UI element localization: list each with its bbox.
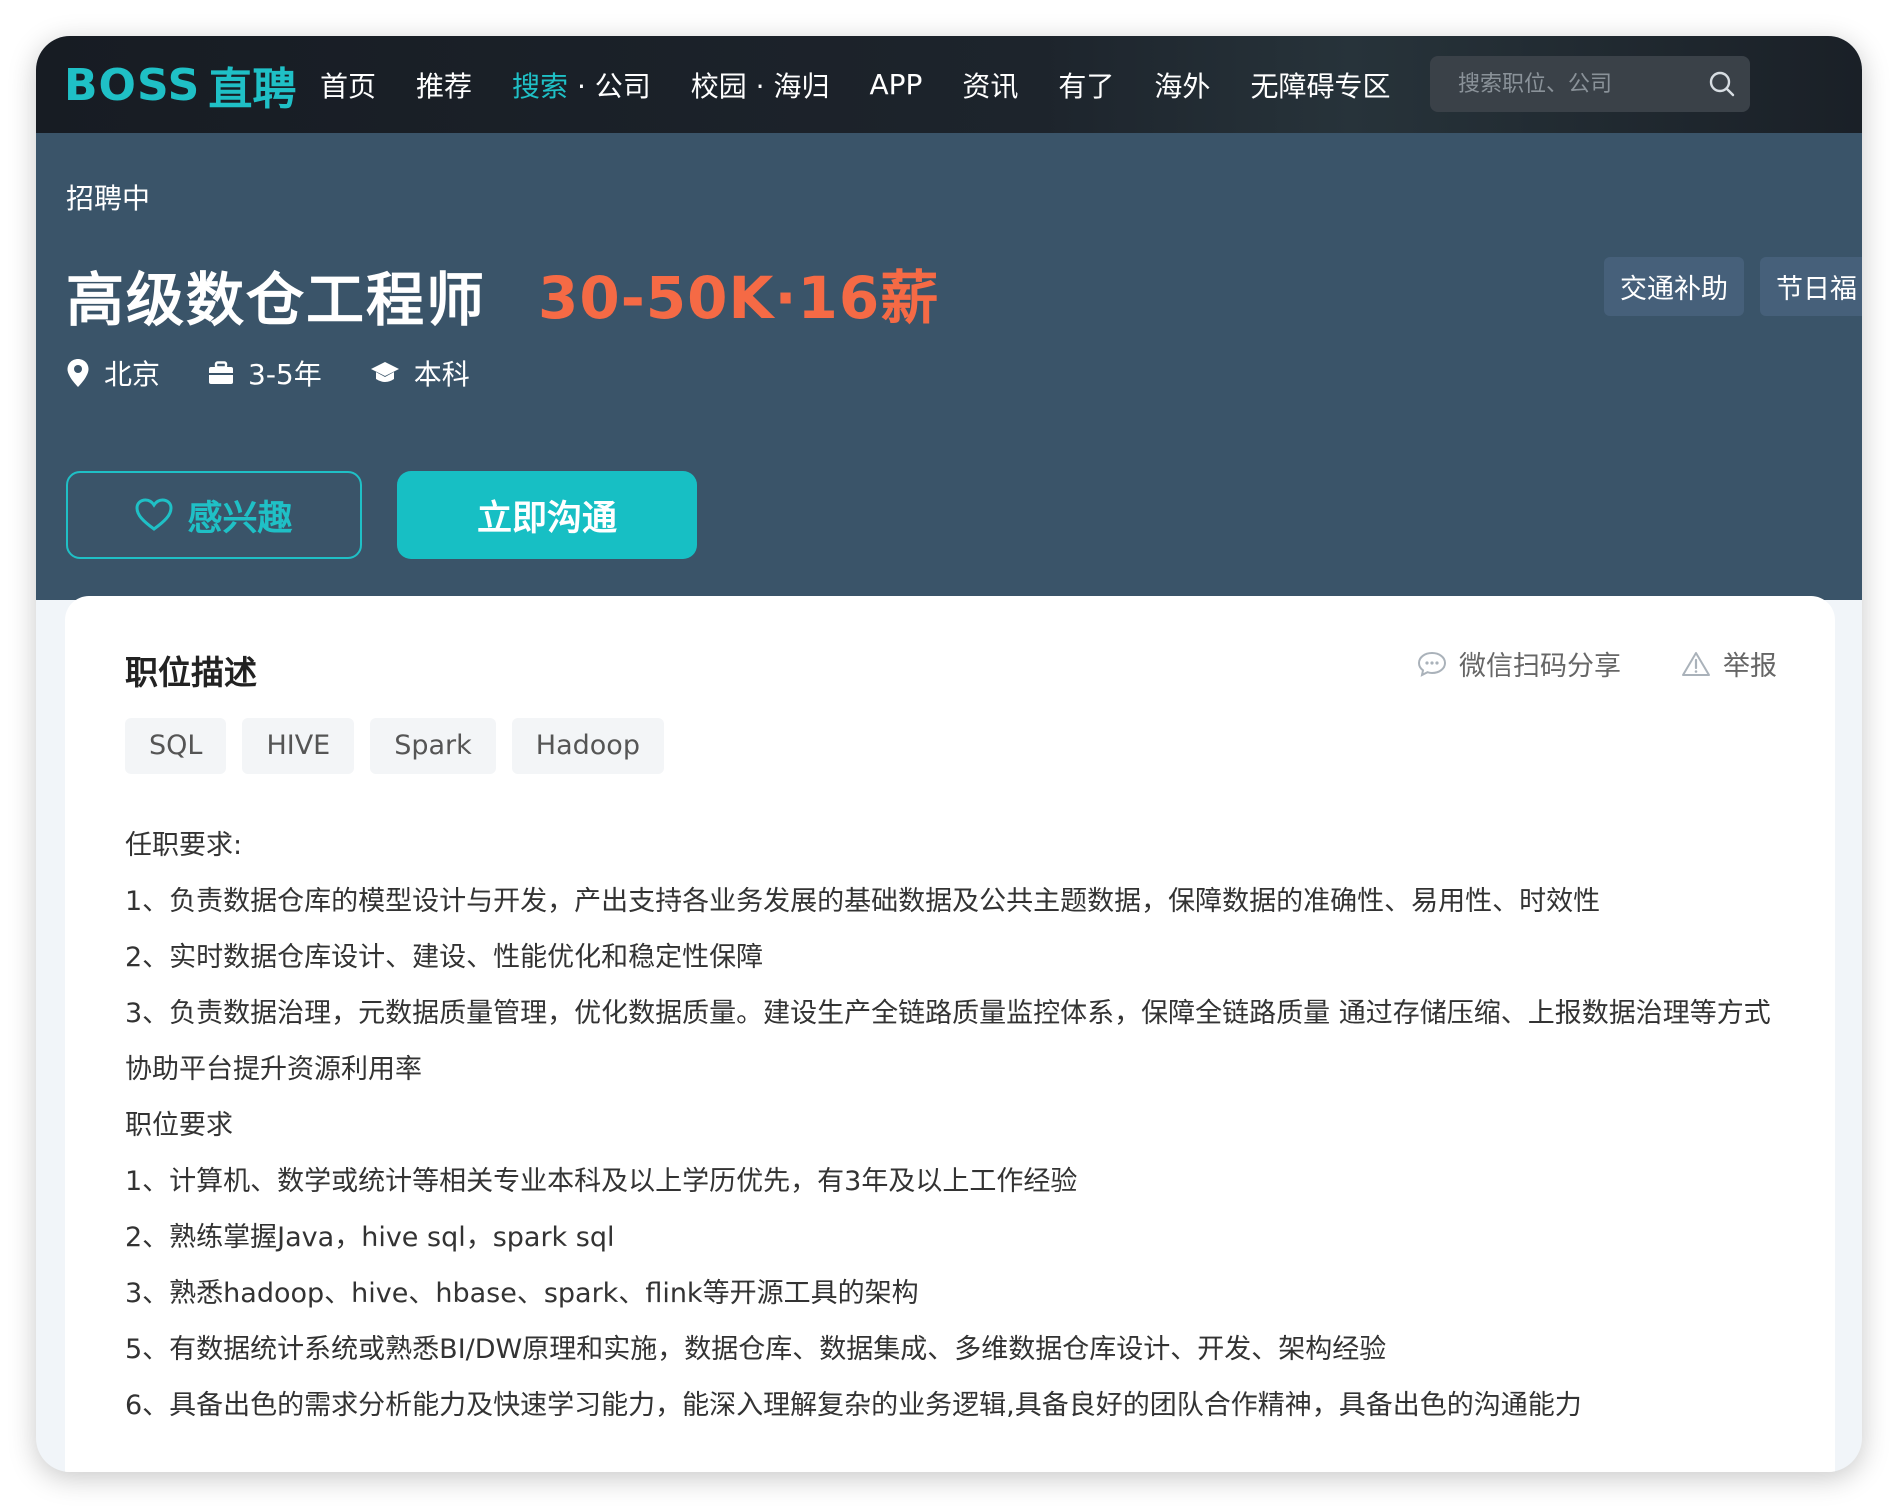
description-line: 1、计算机、数学或统计等相关专业本科及以上学历优先，有3年及以上工作经验 [125, 1166, 1078, 1197]
location-pin-icon [67, 359, 89, 387]
description-line: 3、熟悉hadoop、hive、hbase、spark、flink等开源工具的架… [125, 1278, 919, 1309]
experience-text: 3-5年 [248, 358, 322, 391]
description-line: 2、熟练掌握Java，hive sql，spark sql [125, 1222, 615, 1253]
nav-menu: 首页 推荐 搜索 · 公司 校园 · 海归 APP 资讯 有了 海外 无障碍专区 [320, 36, 1430, 133]
nav-item-search-company[interactable]: 搜索 · 公司 [512, 65, 651, 105]
nav-item-accessibility[interactable]: 无障碍专区 [1250, 65, 1390, 105]
nav-item-recommend[interactable]: 推荐 [416, 65, 472, 105]
description-text: 任职要求: 1、负责数据仓库的模型设计与开发，产出支持各业务发展的基础数据及公共… [125, 818, 1785, 1434]
nav-item-app[interactable]: APP [869, 68, 922, 101]
warning-icon [1682, 651, 1710, 676]
job-title: 高级数仓工程师 [66, 266, 487, 334]
job-location: 北京 [66, 353, 160, 393]
benefit-tag: 交通补助 [1604, 257, 1744, 316]
section-title: 职位描述 [125, 653, 257, 692]
nav-item-home[interactable]: 首页 [320, 65, 376, 105]
job-header: 招聘中 高级数仓工程师 30-50K·16薪 交通补助 节日福 北京 3-5年 … [36, 133, 1862, 600]
chat-now-button[interactable]: 立即沟通 [397, 471, 697, 559]
job-salary: 30-50K·16薪 [538, 264, 940, 332]
description-line: 1、负责数据仓库的模型设计与开发，产出支持各业务发展的基础数据及公共主题数据，保… [125, 886, 1601, 917]
job-status: 招聘中 [66, 182, 151, 215]
nav-item-company[interactable]: · 公司 [568, 70, 651, 103]
skill-tag: SQL [125, 718, 227, 774]
nav-item-overseas[interactable]: 海外 [1154, 65, 1210, 105]
graduation-cap-icon [370, 362, 399, 382]
briefcase-icon [209, 361, 234, 384]
benefit-tags: 交通补助 节日福 [1604, 257, 1862, 316]
interest-label: 感兴趣 [187, 498, 293, 539]
wechat-share-button[interactable]: 微信扫码分享 [1417, 644, 1621, 683]
education-text: 本科 [413, 358, 470, 391]
skill-tag: HIVE [242, 718, 355, 774]
description-line: 5、有数据统计系统或熟悉BI/DW原理和实施，数据仓库、数据集成、多维数据仓库设… [125, 1334, 1387, 1365]
search-box [1430, 56, 1750, 112]
report-button[interactable]: 举报 [1681, 644, 1777, 683]
report-label: 举报 [1723, 651, 1777, 682]
description-line: 6、具备出色的需求分析能力及快速学习能力，能深入理解复杂的业务逻辑,具备良好的团… [125, 1390, 1582, 1421]
nav-item-youle[interactable]: 有了 [1058, 65, 1114, 105]
skill-tag: Spark [370, 718, 496, 774]
heart-icon [135, 498, 173, 531]
location-text: 北京 [104, 358, 161, 391]
browser-window: BOSS 直聘 首页 推荐 搜索 · 公司 校园 · 海归 APP 资讯 有了 … [36, 36, 1862, 1472]
description-line: 任职要求: [125, 830, 243, 861]
search-icon[interactable] [1708, 70, 1736, 98]
card-actions: 微信扫码分享 举报 [1357, 644, 1777, 683]
logo-cn: 直聘 [208, 64, 297, 115]
skill-tag: Hadoop [511, 718, 664, 774]
job-experience: 3-5年 [208, 353, 322, 393]
top-nav: BOSS 直聘 首页 推荐 搜索 · 公司 校园 · 海归 APP 资讯 有了 … [36, 36, 1862, 133]
nav-item-search[interactable]: 搜索 [512, 70, 568, 103]
chat-bubble-icon [1417, 651, 1447, 677]
nav-item-news[interactable]: 资讯 [962, 65, 1018, 105]
search-input[interactable] [1456, 70, 1690, 98]
job-meta: 北京 3-5年 本科 [66, 353, 518, 393]
benefit-tag: 节日福 [1760, 257, 1862, 316]
nav-item-campus[interactable]: 校园 · 海归 [691, 65, 830, 105]
job-description-card: 职位描述 微信扫码分享 举报 SQL HIVE Spark Hadoop 任职要… [65, 596, 1835, 1472]
job-education: 本科 [370, 353, 470, 393]
description-line: 3、负责数据治理，元数据质量管理，优化数据质量。建设生产全链路质量监控体系，保障… [125, 998, 1771, 1085]
boss-logo[interactable]: BOSS 直聘 [64, 59, 296, 116]
description-line: 职位要求 [125, 1110, 233, 1141]
description-line: 2、实时数据仓库设计、建设、性能优化和稳定性保障 [125, 942, 764, 973]
logo-latin: BOSS [64, 59, 201, 111]
interest-button[interactable]: 感兴趣 [66, 471, 362, 559]
skill-tags: SQL HIVE Spark Hadoop [125, 718, 680, 774]
share-label: 微信扫码分享 [1459, 651, 1621, 682]
